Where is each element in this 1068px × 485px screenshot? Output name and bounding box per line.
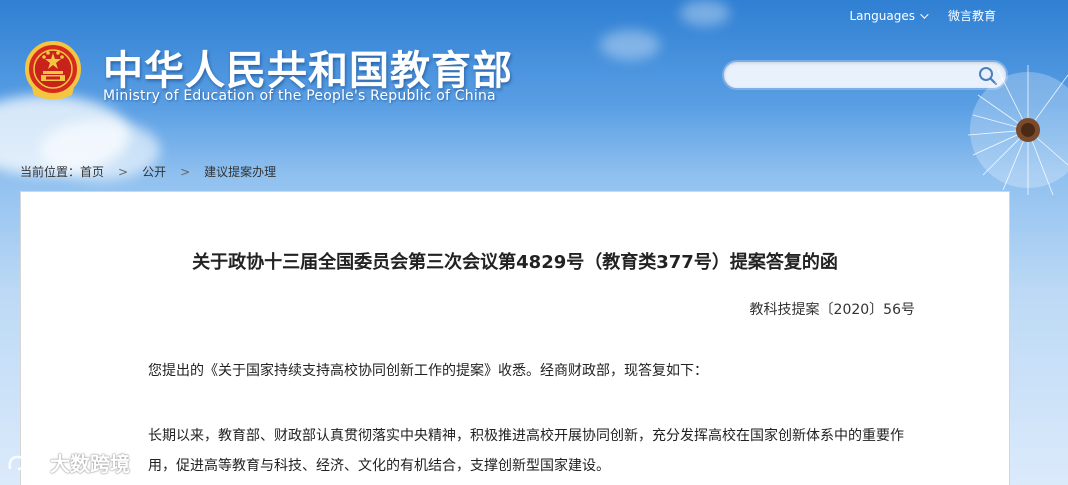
breadcrumb-proposals[interactable]: 建议提案办理	[204, 163, 276, 180]
dandelion-decoration-icon	[967, 65, 1068, 196]
search-input[interactable]	[724, 62, 974, 88]
breadcrumb-separator: >	[118, 164, 129, 179]
breadcrumb-public[interactable]: 公开	[142, 163, 166, 180]
cloud-decoration	[600, 30, 660, 60]
watermark: 大数跨境	[6, 448, 130, 477]
breadcrumb-prefix: 当前位置：	[20, 165, 81, 179]
national-emblem-icon[interactable]	[22, 40, 84, 102]
breadcrumb-separator: >	[180, 164, 191, 179]
breadcrumb: 当前位置： 首页 > 公开 > 建议提案办理	[20, 163, 276, 180]
document-number: 教科技提案〔2020〕56号	[749, 302, 915, 318]
breadcrumb-home[interactable]: 首页	[80, 163, 104, 180]
site-title-en: Ministry of Education of the People's Re…	[103, 88, 496, 104]
document-paragraph: 您提出的《关于国家持续支持高校协同创新工作的提案》收悉。经商财政部，现答复如下：	[148, 363, 708, 379]
watermark-text: 大数跨境	[50, 452, 130, 476]
watermark-logo-icon	[8, 454, 44, 470]
top-links: Languages 微言教育	[850, 7, 997, 24]
weibo-link[interactable]: 微言教育	[948, 7, 996, 24]
document-title: 关于政协十三届全国委员会第三次会议第4829号（教育类377号）提案答复的函	[192, 252, 838, 273]
languages-label: Languages	[849, 8, 915, 23]
document-paragraph: 长期以来，教育部、财政部认真贯彻落实中央精神，积极推进高校开展协同创新，充分发挥…	[148, 428, 904, 474]
chevron-down-icon	[920, 9, 929, 19]
cloud-decoration	[680, 0, 730, 26]
document-card: 关于政协十三届全国委员会第三次会议第4829号（教育类377号）提案答复的函 教…	[20, 191, 1010, 485]
languages-link[interactable]: Languages	[849, 7, 929, 24]
